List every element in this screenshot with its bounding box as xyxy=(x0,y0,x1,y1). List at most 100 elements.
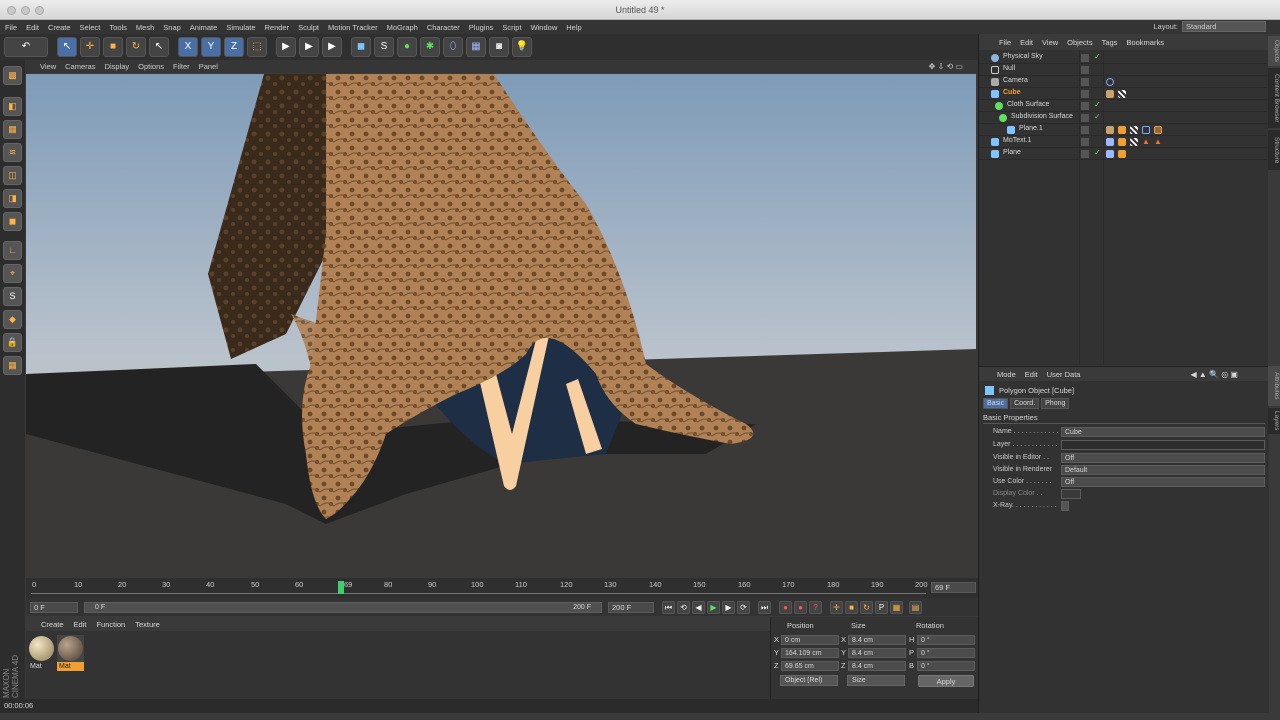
menu-help[interactable]: Help xyxy=(566,23,581,32)
record-point-level-icon[interactable]: ▦ xyxy=(890,600,903,614)
side-tab-layers[interactable]: Layers xyxy=(1268,408,1280,434)
lock-workplane-icon[interactable]: 🔒 xyxy=(3,333,22,352)
points-mode-icon[interactable]: ◫ xyxy=(3,166,22,185)
menu-mesh[interactable]: Mesh xyxy=(136,23,154,32)
record-parameter-icon[interactable]: P xyxy=(875,600,888,614)
keyframe-selection-icon[interactable]: ? xyxy=(809,600,822,614)
axis-mode-icon[interactable]: ∟ xyxy=(3,241,22,260)
objects-menu-objects[interactable]: Objects xyxy=(1067,38,1092,47)
live-selection-icon[interactable]: ↖ xyxy=(149,37,169,57)
phong-tag-icon[interactable] xyxy=(1118,126,1126,134)
enabled-check-icon[interactable]: ✓ xyxy=(1094,100,1101,109)
x-axis-icon[interactable]: X xyxy=(178,37,198,57)
workplane-mode-icon[interactable]: ≋ xyxy=(3,143,22,162)
menu-plugins[interactable]: Plugins xyxy=(469,23,494,32)
camera-icon[interactable]: ◙ xyxy=(489,37,509,57)
object-row[interactable]: MoText.1 ▲ ▲ xyxy=(979,136,1267,148)
next-key-icon[interactable]: ⟳ xyxy=(737,600,750,614)
close-window-button[interactable] xyxy=(7,6,16,15)
viewport-menu-filter[interactable]: Filter xyxy=(173,62,190,71)
end-frame-field[interactable]: 200 F xyxy=(608,601,654,613)
object-row[interactable]: Subdivision Surface ✓ xyxy=(979,112,1267,124)
spline-pen-icon[interactable]: S xyxy=(374,37,394,57)
model-mode-icon[interactable]: ◧ xyxy=(3,97,22,116)
select-arrow-icon[interactable]: ↖ xyxy=(57,37,77,57)
menu-window[interactable]: Window xyxy=(531,23,558,32)
uvw-tag-icon[interactable] xyxy=(1142,126,1150,134)
make-editable-icon[interactable]: ▩ xyxy=(3,66,22,85)
size-mode-dropdown[interactable]: Size xyxy=(847,675,905,686)
play-icon[interactable]: ▶ xyxy=(707,600,720,614)
objects-menu-bookmarks[interactable]: Bookmarks xyxy=(1126,38,1164,47)
side-tab-structure[interactable]: Structure xyxy=(1268,130,1280,170)
phong-tag-icon[interactable] xyxy=(1118,138,1126,146)
viewport-navigation-icon[interactable]: ✥ ⇩ ⟲ ▭ xyxy=(929,62,963,71)
menu-render[interactable]: Render xyxy=(265,23,290,32)
record-scale-icon[interactable]: ■ xyxy=(845,600,858,614)
zoom-window-button[interactable] xyxy=(35,6,44,15)
viewport-menu-cameras[interactable]: Cameras xyxy=(65,62,95,71)
collider-tag-icon[interactable] xyxy=(1106,138,1114,146)
material-menu-edit[interactable]: Edit xyxy=(74,620,87,629)
record-rotation-icon[interactable]: ↻ xyxy=(860,600,873,614)
material-menu-create[interactable]: Create xyxy=(41,620,64,629)
menu-snap[interactable]: Snap xyxy=(163,23,181,32)
previous-key-icon[interactable]: ⟲ xyxy=(677,600,690,614)
layout-dropdown[interactable]: Standard xyxy=(1182,21,1266,32)
subdivision-surface-icon[interactable]: ● xyxy=(397,37,417,57)
menu-script[interactable]: Script xyxy=(502,23,521,32)
object-row[interactable]: Null xyxy=(979,64,1267,76)
light-icon[interactable]: 💡 xyxy=(512,37,532,57)
record-active-icon[interactable]: ● xyxy=(779,600,792,614)
position-z-field[interactable]: 69.65 cm xyxy=(781,661,839,671)
viewport-menu-panel[interactable]: Panel xyxy=(199,62,218,71)
layer-toggle[interactable] xyxy=(1081,102,1089,110)
enabled-check-icon[interactable]: ✓ xyxy=(1094,52,1101,61)
menu-tools[interactable]: Tools xyxy=(109,23,127,32)
timeline-window-icon[interactable]: ▤ xyxy=(909,600,922,614)
menu-edit[interactable]: Edit xyxy=(26,23,39,32)
coordinate-mode-dropdown[interactable]: Object (Rel) xyxy=(780,675,838,686)
object-row[interactable]: Cloth Surface ✓ xyxy=(979,100,1267,112)
material-swatch-selected[interactable]: Mat xyxy=(57,635,84,671)
rotation-b-field[interactable]: 0 ° xyxy=(917,661,975,671)
texture-tag-icon[interactable] xyxy=(1130,138,1138,146)
layer-toggle[interactable] xyxy=(1081,78,1089,86)
array-generator-icon[interactable]: ✱ xyxy=(420,37,440,57)
material-tag-icon[interactable] xyxy=(1154,126,1162,134)
size-x-field[interactable]: 8.4 cm xyxy=(848,635,906,645)
render-settings-icon[interactable]: ▶ xyxy=(322,37,342,57)
floor-icon[interactable]: ▦ xyxy=(466,37,486,57)
rotate-icon[interactable]: ↻ xyxy=(126,37,146,57)
tab-coord[interactable]: Coord. xyxy=(1010,398,1040,409)
size-z-field[interactable]: 8.4 cm xyxy=(848,661,906,671)
go-to-end-icon[interactable]: ⏭ xyxy=(758,600,771,614)
layer-toggle[interactable] xyxy=(1081,150,1089,158)
side-tab-objects[interactable]: Objects xyxy=(1268,36,1280,66)
warning-triangle-icon[interactable]: ▲ xyxy=(1154,138,1162,146)
record-position-icon[interactable]: ✛ xyxy=(830,600,843,614)
cloth-tag-icon[interactable] xyxy=(1106,126,1114,134)
menu-sculpt[interactable]: Sculpt xyxy=(298,23,319,32)
planar-workplane-icon[interactable]: ▦ xyxy=(3,356,22,375)
object-row[interactable]: Camera xyxy=(979,76,1267,88)
objects-menu-edit[interactable]: Edit xyxy=(1020,38,1033,47)
tab-phong[interactable]: Phong xyxy=(1041,398,1070,409)
attribute-menu-user-data[interactable]: User Data xyxy=(1047,370,1081,379)
warning-triangle-icon[interactable]: ▲ xyxy=(1142,138,1150,146)
phong-tag-icon[interactable] xyxy=(1118,150,1126,158)
viewport-menu-options[interactable]: Options xyxy=(138,62,164,71)
previous-frame-icon[interactable]: ◀ xyxy=(692,600,705,614)
3d-viewport[interactable] xyxy=(26,74,976,578)
material-swatch[interactable]: Mat xyxy=(28,635,55,671)
texture-mode-icon[interactable]: ▦ xyxy=(3,120,22,139)
attribute-menu-edit[interactable]: Edit xyxy=(1025,370,1038,379)
position-y-field[interactable]: 164.109 cm xyxy=(781,648,839,658)
polygons-mode-icon[interactable]: ◼ xyxy=(3,212,22,231)
objects-menu-view[interactable]: View xyxy=(1042,38,1058,47)
layer-toggle[interactable] xyxy=(1081,114,1089,122)
layer-toggle[interactable] xyxy=(1081,90,1089,98)
edges-mode-icon[interactable]: ◨ xyxy=(3,189,22,208)
position-x-field[interactable]: 0 cm xyxy=(781,635,839,645)
undo-icon[interactable]: ↶ xyxy=(4,37,48,57)
